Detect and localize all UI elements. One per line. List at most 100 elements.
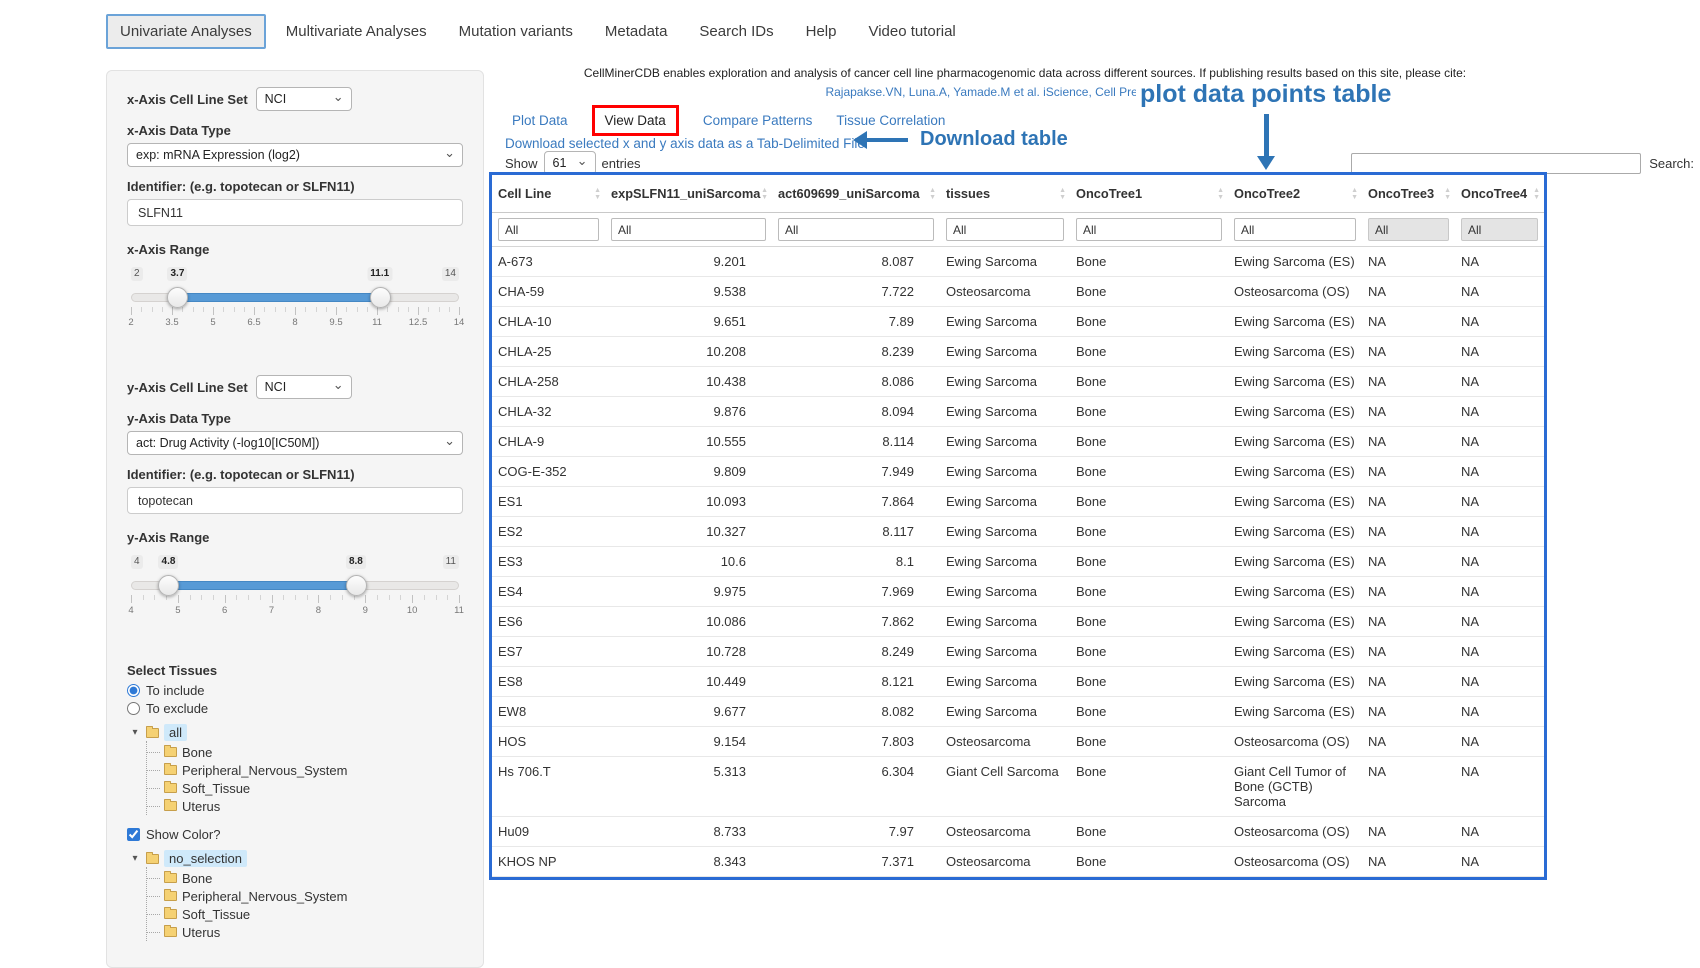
folder-icon xyxy=(164,873,177,883)
x-range-label: x-Axis Range xyxy=(127,242,463,257)
table-row: COG-E-3529.8097.949Ewing SarcomaBoneEwin… xyxy=(492,457,1544,487)
table-row: ES710.7288.249Ewing SarcomaBoneEwing Sar… xyxy=(492,637,1544,667)
column-header-expslfn11-unisarcoma[interactable]: expSLFN11_uniSarcoma▲▼ xyxy=(605,175,772,213)
data-table: Cell Line▲▼expSLFN11_uniSarcoma▲▼act6096… xyxy=(492,175,1544,877)
slider-handle-to[interactable] xyxy=(370,287,391,308)
caret-down-icon[interactable]: ▾ xyxy=(129,727,141,738)
sort-icon[interactable]: ▲▼ xyxy=(1059,187,1066,201)
column-filter-act609699-unisarcoma[interactable] xyxy=(778,218,934,241)
show-color-checkbox[interactable]: Show Color? xyxy=(127,827,463,842)
slider-handle-from[interactable] xyxy=(167,287,188,308)
table-row: ES210.3278.117Ewing SarcomaBoneEwing Sar… xyxy=(492,517,1544,547)
y-identifier-label: Identifier: (e.g. topotecan or SLFN11) xyxy=(127,467,463,482)
table-row: Hu098.7337.97OsteosarcomaBoneOsteosarcom… xyxy=(492,817,1544,847)
nav-tab-multivariate-analyses[interactable]: Multivariate Analyses xyxy=(274,16,439,47)
caret-down-icon[interactable]: ▾ xyxy=(129,853,141,864)
nav-tab-help[interactable]: Help xyxy=(794,16,849,47)
nav-tab-mutation-variants[interactable]: Mutation variants xyxy=(447,16,585,47)
column-header-tissues[interactable]: tissues▲▼ xyxy=(940,175,1070,213)
column-filter-oncotree1[interactable] xyxy=(1076,218,1222,241)
column-header-act609699-unisarcoma[interactable]: act609699_uniSarcoma▲▼ xyxy=(772,175,940,213)
x-cell-line-set-label: x-Axis Cell Line Set xyxy=(127,92,248,107)
table-row: ES110.0937.864Ewing SarcomaBoneEwing Sar… xyxy=(492,487,1544,517)
top-nav: Univariate Analyses Multivariate Analyses… xyxy=(106,14,968,49)
x-range-slider[interactable]: 2 14 3.7 11.1 23.556.589.51112.514 xyxy=(131,281,459,347)
left-arrow-icon xyxy=(866,138,908,142)
sort-icon[interactable]: ▲▼ xyxy=(1351,187,1358,201)
entries-label: entries xyxy=(602,156,641,171)
x-data-type-select[interactable]: exp: mRNA Expression (log2) xyxy=(127,143,463,167)
folder-icon xyxy=(164,747,177,757)
slider-min-label: 2 xyxy=(131,267,143,281)
y-range-slider[interactable]: 4 11 4.8 8.8 4567891011 xyxy=(131,569,459,635)
slider-handle-to[interactable] xyxy=(346,575,367,596)
tab-tissue-correlation[interactable]: Tissue Correlation xyxy=(836,113,945,128)
nav-tab-video-tutorial[interactable]: Video tutorial xyxy=(856,16,967,47)
citation-text: CellMinerCDB enables exploration and ana… xyxy=(584,66,1466,80)
y-data-type-select[interactable]: act: Drug Activity (-log10[IC50M]) xyxy=(127,431,463,455)
slider-handle-from[interactable] xyxy=(158,575,179,596)
tree-node-bone[interactable]: Bone xyxy=(147,743,463,761)
slider-selected-bar[interactable] xyxy=(168,581,355,590)
column-filter-cell-line[interactable] xyxy=(498,218,599,241)
include-tissue-tree: ▾ all BonePeripheral_Nervous_SystemSoft_… xyxy=(129,724,463,815)
tree-node-soft-tissue[interactable]: Soft_Tissue xyxy=(147,779,463,797)
slider-selected-bar[interactable] xyxy=(177,293,379,302)
sort-icon[interactable]: ▲▼ xyxy=(594,187,601,201)
x-cell-line-set-select[interactable]: NCI xyxy=(256,87,352,111)
tab-compare-patterns[interactable]: Compare Patterns xyxy=(703,113,813,128)
y-data-type-label: y-Axis Data Type xyxy=(127,411,463,426)
nav-tab-metadata[interactable]: Metadata xyxy=(593,16,680,47)
y-cell-line-set-select[interactable]: NCI xyxy=(256,375,352,399)
slider-max-label: 11 xyxy=(443,555,459,569)
tree-root-no-selection[interactable]: ▾ no_selection xyxy=(129,850,463,867)
column-header-oncotree2[interactable]: OncoTree2▲▼ xyxy=(1228,175,1362,213)
y-identifier-input[interactable] xyxy=(127,487,463,514)
plot-table-annotation: plot data points table xyxy=(1136,80,1395,109)
sort-icon[interactable]: ▲▼ xyxy=(1444,187,1451,201)
slider-grid: 4567891011 xyxy=(131,595,459,625)
sort-icon[interactable]: ▲▼ xyxy=(1533,187,1540,201)
table-row: ES810.4498.121Ewing SarcomaBoneEwing Sar… xyxy=(492,667,1544,697)
table-row: ES610.0867.862Ewing SarcomaBoneEwing Sar… xyxy=(492,607,1544,637)
tree-root-all[interactable]: ▾ all xyxy=(129,724,463,741)
table-header-row: Cell Line▲▼expSLFN11_uniSarcoma▲▼act6096… xyxy=(492,175,1544,213)
tree-node-peripheral-nervous-system[interactable]: Peripheral_Nervous_System xyxy=(147,761,463,779)
column-filter-expslfn11-unisarcoma[interactable] xyxy=(611,218,766,241)
to-include-radio[interactable]: To include xyxy=(127,683,463,698)
search-input[interactable] xyxy=(1351,153,1641,174)
tree-node-soft-tissue[interactable]: Soft_Tissue xyxy=(147,905,463,923)
column-filter-oncotree4 xyxy=(1461,218,1538,241)
table-row: CHLA-109.6517.89Ewing SarcomaBoneEwing S… xyxy=(492,307,1544,337)
column-header-oncotree3[interactable]: OncoTree3▲▼ xyxy=(1362,175,1455,213)
tree-node-uterus[interactable]: Uterus xyxy=(147,797,463,815)
sort-icon[interactable]: ▲▼ xyxy=(929,187,936,201)
download-link[interactable]: Download selected x and y axis data as a… xyxy=(505,136,865,151)
folder-icon xyxy=(164,909,177,919)
tree-node-uterus[interactable]: Uterus xyxy=(147,923,463,941)
tab-view-data[interactable]: View Data xyxy=(592,105,679,136)
to-exclude-radio[interactable]: To exclude xyxy=(127,701,463,716)
sort-icon[interactable]: ▲▼ xyxy=(761,187,768,201)
column-header-oncotree4[interactable]: OncoTree4▲▼ xyxy=(1455,175,1544,213)
column-filter-tissues[interactable] xyxy=(946,218,1064,241)
down-arrow-icon xyxy=(1264,114,1269,158)
column-filter-oncotree2[interactable] xyxy=(1234,218,1356,241)
x-identifier-input[interactable] xyxy=(127,199,463,226)
table-row: ES310.68.1Ewing SarcomaBoneEwing Sarcoma… xyxy=(492,547,1544,577)
tree-node-peripheral-nervous-system[interactable]: Peripheral_Nervous_System xyxy=(147,887,463,905)
show-label: Show xyxy=(505,156,538,171)
column-header-cell-line[interactable]: Cell Line▲▼ xyxy=(492,175,605,213)
tab-plot-data[interactable]: Plot Data xyxy=(512,113,568,128)
table-row: CHLA-25810.4388.086Ewing SarcomaBoneEwin… xyxy=(492,367,1544,397)
nav-tab-univariate-analyses[interactable]: Univariate Analyses xyxy=(106,14,266,49)
table-row: ES49.9757.969Ewing SarcomaBoneEwing Sarc… xyxy=(492,577,1544,607)
table-row: CHLA-910.5558.114Ewing SarcomaBoneEwing … xyxy=(492,427,1544,457)
sort-icon[interactable]: ▲▼ xyxy=(1217,187,1224,201)
tree-node-bone[interactable]: Bone xyxy=(147,869,463,887)
x-data-type-label: x-Axis Data Type xyxy=(127,123,463,138)
nav-tab-search-ids[interactable]: Search IDs xyxy=(687,16,785,47)
select-tissues-label: Select Tissues xyxy=(127,663,463,678)
slider-to-label: 8.8 xyxy=(346,555,366,569)
column-header-oncotree1[interactable]: OncoTree1▲▼ xyxy=(1070,175,1228,213)
